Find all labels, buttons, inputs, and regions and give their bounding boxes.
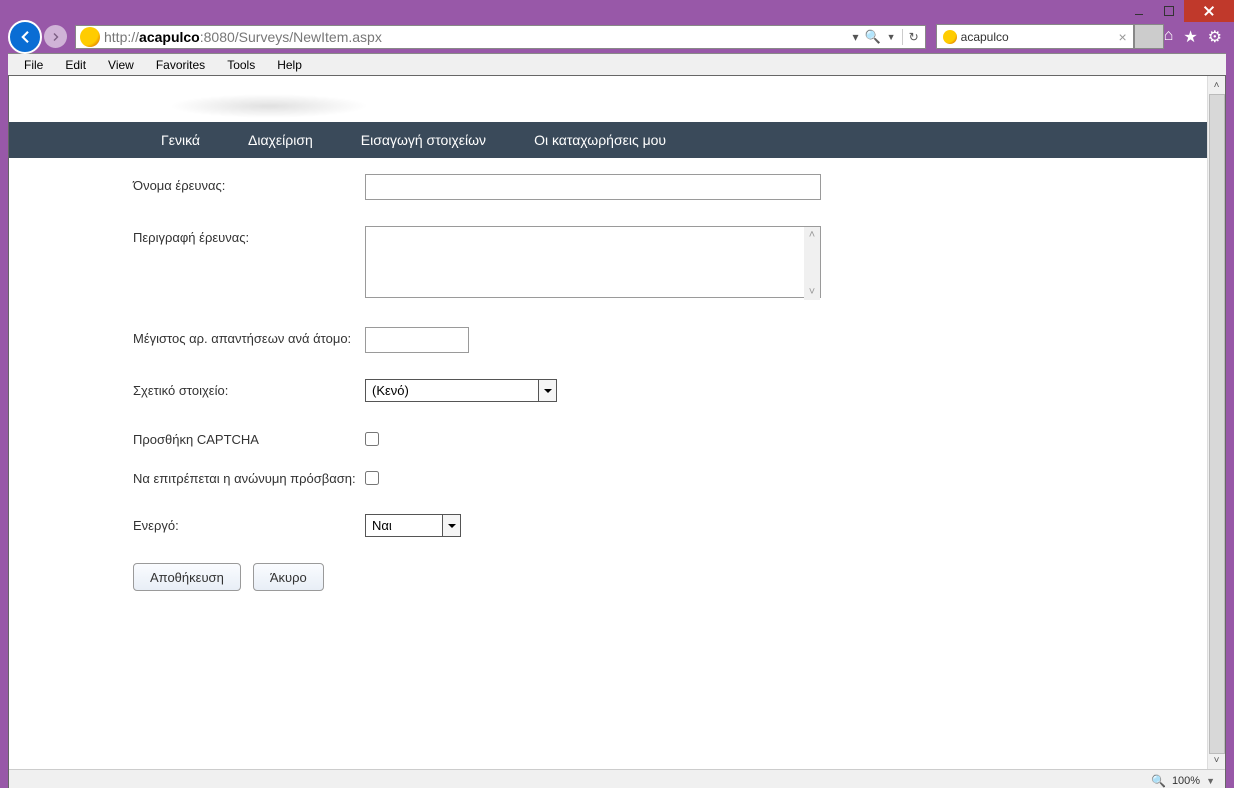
browser-tab[interactable]: acapulco × (936, 24, 1134, 49)
textarea-scrollbar[interactable]: ˄ ˅ (804, 227, 820, 300)
address-controls: ▾ 🔍 ▼ ↻ (846, 29, 924, 45)
chevron-down-icon[interactable] (538, 380, 556, 401)
nav-import[interactable]: Εισαγωγή στοιχείων (361, 132, 486, 148)
scroll-up-icon[interactable]: ˄ (809, 229, 815, 241)
zoom-icon[interactable]: 🔍 (1151, 774, 1166, 788)
scroll-thumb[interactable] (1209, 94, 1225, 754)
nav-general[interactable]: Γενικά (161, 132, 200, 148)
tab-title: acapulco (961, 30, 1115, 44)
menu-edit[interactable]: Edit (55, 56, 96, 74)
survey-name-input[interactable] (365, 174, 821, 200)
chevron-down-icon[interactable] (442, 515, 460, 536)
anonymous-label: Να επιτρέπεται η ανώνυμη πρόσβαση: (133, 467, 365, 486)
menu-file[interactable]: File (14, 56, 53, 74)
vertical-scrollbar[interactable]: ˄ ˅ (1207, 76, 1225, 769)
url-text: http://acapulco:8080/Surveys/NewItem.asp… (104, 29, 846, 45)
address-bar[interactable]: http://acapulco:8080/Surveys/NewItem.asp… (75, 25, 926, 49)
scroll-down-icon[interactable]: ˅ (809, 286, 815, 298)
settings-icon[interactable]: ⚙ (1208, 27, 1222, 47)
survey-desc-textarea[interactable] (365, 226, 821, 298)
forward-button[interactable] (44, 25, 67, 48)
refresh-icon[interactable]: ↻ (909, 30, 919, 44)
save-button[interactable]: Αποθήκευση (133, 563, 241, 591)
browser-toolbar: http://acapulco:8080/Surveys/NewItem.asp… (8, 22, 1226, 51)
viewport: Γενικά Διαχείριση Εισαγωγή στοιχείων Οι … (8, 75, 1226, 788)
favorites-icon[interactable]: ★ (1183, 27, 1197, 47)
status-bar: 🔍 100% ▼ (9, 769, 1225, 788)
tab-close-icon[interactable]: × (1118, 29, 1126, 45)
back-button[interactable] (8, 20, 42, 54)
dropdown-icon[interactable]: ▾ (852, 30, 858, 44)
menu-bar: File Edit View Favorites Tools Help (8, 53, 1226, 75)
captcha-checkbox[interactable] (365, 432, 379, 446)
separator (902, 29, 903, 45)
form-area: Όνομα έρευνας: Περιγραφή έρευνας: ˄ ˅ (9, 158, 1207, 591)
close-button[interactable] (1184, 0, 1234, 22)
menu-help[interactable]: Help (267, 56, 312, 74)
browser-window: http://acapulco:8080/Surveys/NewItem.asp… (0, 0, 1234, 788)
nav-myentries[interactable]: Οι καταχωρήσεις μου (534, 132, 666, 148)
max-answers-input[interactable] (365, 327, 469, 353)
zoom-dropdown-icon[interactable]: ▼ (1206, 776, 1215, 786)
banner (9, 76, 1207, 122)
search-dropdown-icon[interactable]: ▼ (887, 32, 896, 42)
active-value: Ναι (372, 518, 392, 533)
tab-favicon (943, 30, 957, 44)
home-icon[interactable]: ⌂ (1164, 27, 1174, 47)
top-nav: Γενικά Διαχείριση Εισαγωγή στοιχείων Οι … (9, 122, 1207, 158)
tab-strip: acapulco × (936, 24, 1164, 49)
title-icons: ⌂ ★ ⚙ (1164, 27, 1222, 47)
maximize-button[interactable] (1154, 0, 1184, 22)
search-icon[interactable]: 🔍 (864, 29, 880, 45)
menu-tools[interactable]: Tools (217, 56, 265, 74)
menu-favorites[interactable]: Favorites (146, 56, 215, 74)
captcha-label: Προσθήκη CAPTCHA (133, 428, 365, 447)
related-item-select[interactable]: (Κενό) (365, 379, 557, 402)
window-controls (1124, 0, 1234, 22)
button-row: Αποθήκευση Άκυρο (133, 563, 1207, 591)
new-tab-button[interactable] (1134, 24, 1164, 49)
zoom-value: 100% (1172, 775, 1200, 787)
site-favicon (80, 27, 100, 47)
scroll-down-icon[interactable]: ˅ (1208, 751, 1225, 769)
related-item-value: (Κενό) (372, 383, 409, 398)
related-item-label: Σχετικό στοιχείο: (133, 379, 365, 398)
max-answers-label: Μέγιστος αρ. απαντήσεων ανά άτομο: (133, 327, 365, 346)
scroll-up-icon[interactable]: ˄ (1208, 76, 1225, 94)
nav-manage[interactable]: Διαχείριση (248, 132, 313, 148)
survey-name-label: Όνομα έρευνας: (133, 174, 365, 193)
banner-shadow (169, 94, 369, 118)
survey-desc-label: Περιγραφή έρευνας: (133, 226, 365, 245)
cancel-button[interactable]: Άκυρο (253, 563, 324, 591)
anonymous-checkbox[interactable] (365, 471, 379, 485)
menu-view[interactable]: View (98, 56, 144, 74)
minimize-button[interactable] (1124, 0, 1154, 22)
active-label: Ενεργό: (133, 514, 365, 533)
page-content: Γενικά Διαχείριση Εισαγωγή στοιχείων Οι … (9, 76, 1207, 769)
